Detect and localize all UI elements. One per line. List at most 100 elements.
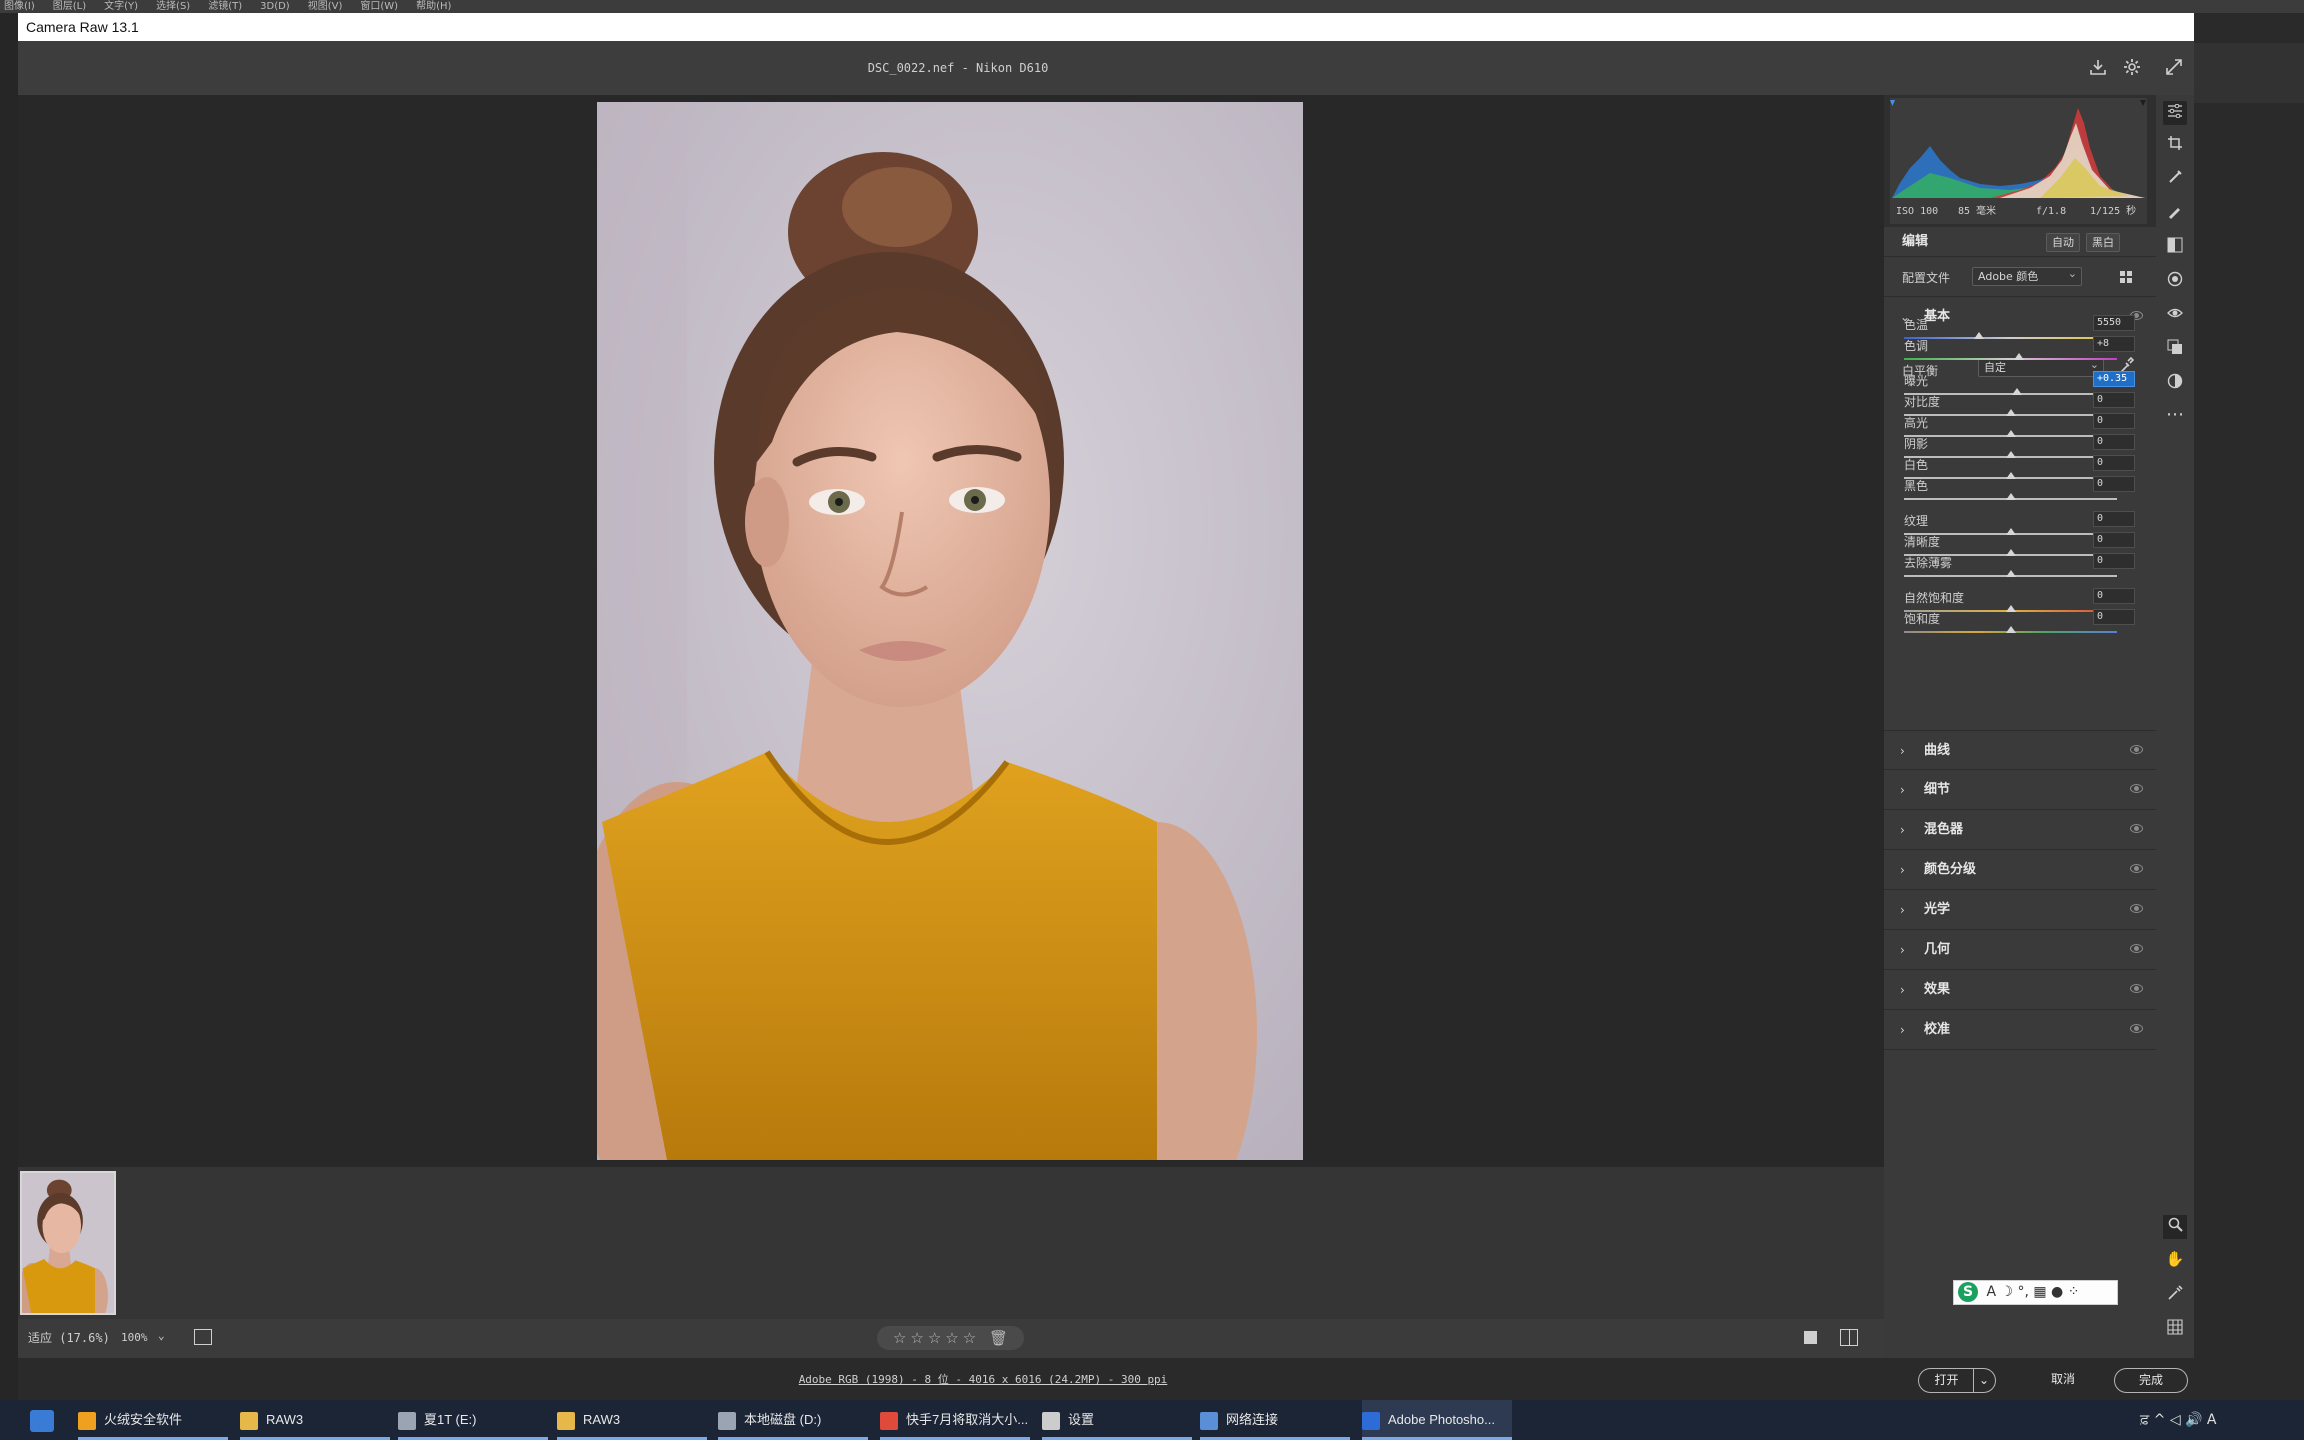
slider-value-input[interactable]: 0: [2093, 609, 2135, 625]
portrait-photo[interactable]: [597, 102, 1303, 1160]
snapshots-icon[interactable]: [2165, 339, 2185, 359]
ps-menu-item[interactable]: 3D(D): [260, 1, 290, 12]
taskbar-item[interactable]: 本地磁盘 (D:): [718, 1400, 868, 1440]
ime-keys[interactable]: A ☽ °, ▦ ● ⁘: [1986, 1284, 2079, 1300]
eye-icon[interactable]: [2130, 984, 2143, 993]
taskbar-item[interactable]: 快手7月将取消大小...: [880, 1400, 1030, 1440]
done-button[interactable]: 完成: [2114, 1368, 2188, 1393]
star-rating[interactable]: ☆☆☆☆☆ 🗑: [877, 1326, 1024, 1350]
zoom-fit-label[interactable]: 适应 (17.6%): [28, 1319, 110, 1357]
section-header[interactable]: › 颜色分级: [1884, 850, 2156, 890]
start-icon[interactable]: [30, 1410, 54, 1432]
slider-thumb[interactable]: [2005, 493, 2016, 500]
footer-bar: Adobe RGB (1998) - 8 位 - 4016 x 6016 (24…: [18, 1357, 2194, 1400]
slider-value-input[interactable]: 0: [2093, 532, 2135, 548]
zoom-icon[interactable]: [2163, 1215, 2187, 1239]
slider-value-input[interactable]: +0.35: [2093, 371, 2135, 387]
section-header[interactable]: › 光学: [1884, 890, 2156, 930]
ime-toolbar[interactable]: S A ☽ °, ▦ ● ⁘: [1953, 1280, 2118, 1305]
ps-menu-item[interactable]: 滤镜(T): [208, 1, 242, 12]
slider-value-input[interactable]: 0: [2093, 511, 2135, 527]
more-icon[interactable]: ⋯: [2165, 405, 2185, 425]
gear-icon[interactable]: [2122, 58, 2142, 78]
radial-filter-icon[interactable]: [2165, 271, 2185, 291]
ps-menu-item[interactable]: 图层(L): [53, 1, 86, 12]
photoshop-menubar[interactable]: 图像(I) 图层(L) 文字(Y) 选择(S) 滤镜(T) 3D(D) 视图(V) 窗口(W)…: [0, 0, 2304, 13]
slider-value-input[interactable]: 5550: [2093, 315, 2135, 331]
ps-menu-item[interactable]: 帮助(H): [416, 1, 451, 12]
eye-icon[interactable]: [2130, 784, 2143, 793]
save-image-icon[interactable]: [2088, 58, 2108, 78]
profile-browser-icon[interactable]: [2120, 271, 2132, 283]
slider-thumb[interactable]: [2014, 353, 2025, 360]
hand-icon[interactable]: ✋: [2165, 1249, 2185, 1269]
system-tray[interactable]: ਫ਼ ^ ◁ 🔊 A: [2140, 1400, 2217, 1440]
ps-menu-item[interactable]: 图像(I): [4, 1, 35, 12]
slider-thumb[interactable]: [2005, 570, 2016, 577]
ps-menu-item[interactable]: 选择(S): [156, 1, 190, 12]
color-sampler-icon[interactable]: [2165, 1285, 2185, 1305]
slider-value-input[interactable]: 0: [2093, 434, 2135, 450]
auto-button[interactable]: 自动: [2046, 233, 2080, 252]
graduated-filter-icon[interactable]: [2165, 237, 2185, 257]
eye-icon[interactable]: [2130, 864, 2143, 873]
filmstrip-thumbnail[interactable]: [20, 1171, 116, 1315]
taskbar-item[interactable]: RAW3: [240, 1400, 390, 1440]
crop-icon[interactable]: [2165, 135, 2185, 155]
profile-select[interactable]: Adobe 颜色: [1972, 265, 2082, 286]
zoom-select[interactable]: 100% ⌄: [118, 1328, 170, 1348]
section-header[interactable]: › 几何: [1884, 930, 2156, 970]
rating-stars[interactable]: ☆☆☆☆☆: [893, 1329, 980, 1347]
slider-value-input[interactable]: 0: [2093, 392, 2135, 408]
red-eye-icon[interactable]: [2165, 305, 2185, 325]
slider-value-input[interactable]: +8: [2093, 336, 2135, 352]
taskbar-item[interactable]: 夏1T (E:): [398, 1400, 548, 1440]
slider-track[interactable]: [1904, 358, 2117, 360]
eye-icon[interactable]: [2130, 745, 2143, 754]
eye-icon[interactable]: [2130, 1024, 2143, 1033]
section-header[interactable]: › 校准: [1884, 1010, 2156, 1050]
before-after-icon[interactable]: [1840, 1329, 1858, 1346]
slider-value-input[interactable]: 0: [2093, 413, 2135, 429]
ps-menu-item[interactable]: 视图(V): [308, 1, 343, 12]
fullscreen-icon[interactable]: [2164, 58, 2184, 78]
taskbar-item[interactable]: RAW3: [557, 1400, 707, 1440]
slider-value-input[interactable]: 0: [2093, 455, 2135, 471]
cancel-button[interactable]: 取消: [2028, 1368, 2098, 1393]
histogram[interactable]: [1890, 98, 2147, 200]
trash-icon[interactable]: 🗑: [989, 1329, 1008, 1347]
eye-icon[interactable]: [2130, 904, 2143, 913]
section-header[interactable]: › 混色器: [1884, 810, 2156, 850]
single-view-icon[interactable]: [1804, 1331, 1817, 1344]
workflow-options-link[interactable]: Adobe RGB (1998) - 8 位 - 4016 x 6016 (24…: [18, 1358, 1948, 1400]
edit-sliders-icon[interactable]: [2163, 101, 2187, 125]
slider-value-input[interactable]: 0: [2093, 476, 2135, 492]
ps-menu-item[interactable]: 文字(Y): [104, 1, 138, 12]
slider-value-input[interactable]: 0: [2093, 588, 2135, 604]
adjustment-brush-icon[interactable]: [2165, 203, 2185, 223]
chevron-right-icon: ›: [1900, 943, 1905, 957]
image-preview[interactable]: [18, 95, 1884, 1167]
taskbar-item[interactable]: Adobe Photosho...: [1362, 1400, 1512, 1440]
eye-icon[interactable]: [2130, 824, 2143, 833]
grid-icon[interactable]: [2165, 1319, 2185, 1339]
ps-menu-item[interactable]: 窗口(W): [360, 1, 398, 12]
filmstrip-toggle-icon[interactable]: [194, 1329, 212, 1345]
chevron-down-icon[interactable]: ⌄: [1974, 1369, 1994, 1392]
section-header[interactable]: › 效果: [1884, 970, 2156, 1010]
taskbar-item-label: 本地磁盘 (D:): [744, 1412, 822, 1427]
slider-thumb[interactable]: [2005, 626, 2016, 633]
slider-label: 白色: [1904, 458, 1929, 472]
presets-icon[interactable]: [2165, 373, 2185, 393]
black-white-button[interactable]: 黑白: [2086, 233, 2120, 252]
section-header[interactable]: › 曲线: [1884, 730, 2156, 770]
taskbar-item[interactable]: 火绒安全软件: [78, 1400, 228, 1440]
eye-icon[interactable]: [2130, 944, 2143, 953]
taskbar-item[interactable]: 设置: [1042, 1400, 1192, 1440]
section-header[interactable]: › 细节: [1884, 770, 2156, 810]
spot-removal-icon[interactable]: [2165, 169, 2185, 189]
taskbar-item[interactable]: 网络连接: [1200, 1400, 1350, 1440]
ime-logo[interactable]: S: [1958, 1282, 1978, 1302]
open-button[interactable]: 打开 ⌄: [1918, 1368, 1996, 1393]
slider-value-input[interactable]: 0: [2093, 553, 2135, 569]
